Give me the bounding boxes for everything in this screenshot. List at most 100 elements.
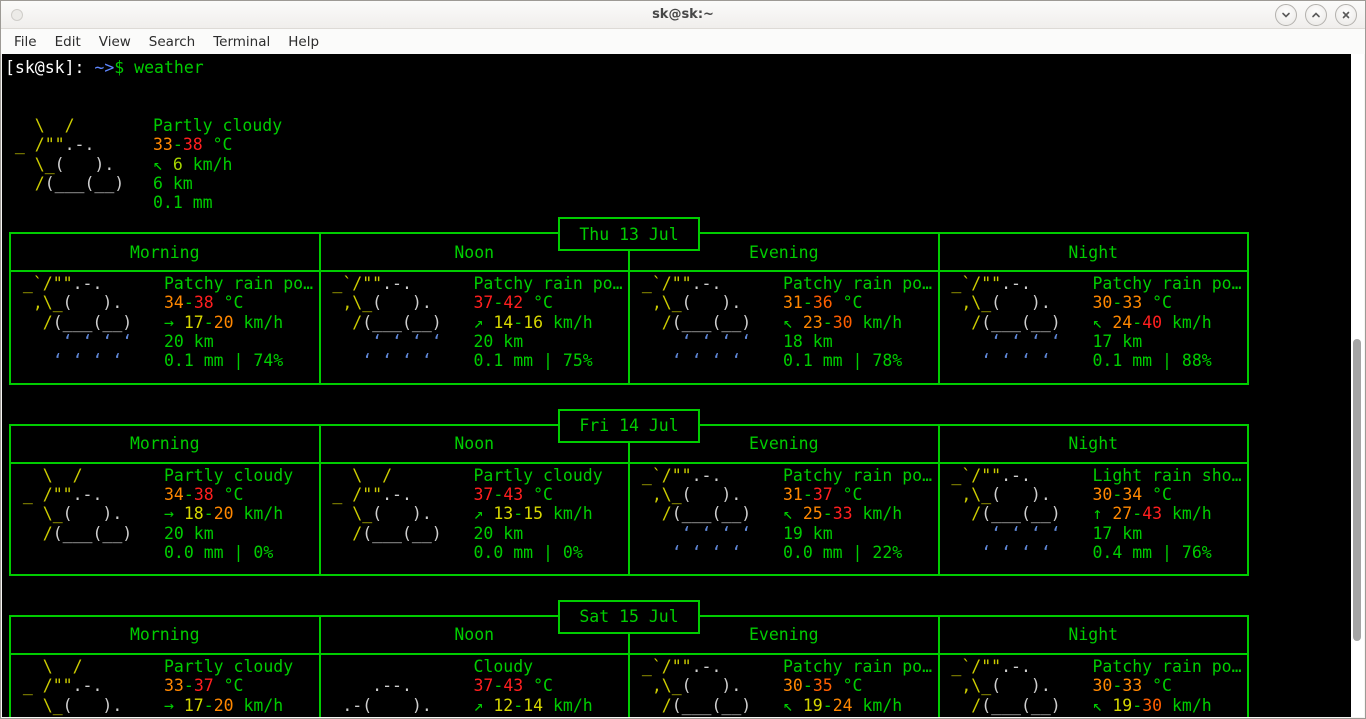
weather-details: Light rain sho…30-34 °C↑ 27-43 km/h17 km… bbox=[1093, 466, 1248, 563]
weather-art-cloudy: .--. .-( ). (___.__)__) bbox=[323, 657, 474, 717]
art-line: /(___(__) bbox=[13, 715, 164, 717]
column-header-night: Night bbox=[940, 426, 1248, 462]
text-segment: 14 bbox=[523, 696, 543, 715]
detail-line: 0.1 mm | 78% bbox=[783, 351, 938, 370]
detail-line: Patchy rain po… bbox=[1093, 657, 1248, 676]
minimize-button[interactable] bbox=[1275, 4, 1297, 26]
text-segment: 19 km bbox=[783, 524, 833, 543]
text-segment: / bbox=[942, 313, 982, 332]
detail-line: 17 km bbox=[1093, 524, 1248, 543]
text-segment: °C bbox=[214, 293, 244, 312]
menu-terminal[interactable]: Terminal bbox=[204, 31, 279, 53]
weather-details: Patchy rain po…37-42 °C↗ 14-16 km/h20 km… bbox=[474, 274, 629, 371]
text-segment: \_ bbox=[13, 504, 63, 523]
forecast-cell-morning: _`/"".-. ,\_( ). /(___(__) ‘ ‘ ‘ ‘ ‘ ‘ ‘… bbox=[11, 272, 321, 383]
art-line: /(___(__) bbox=[632, 313, 783, 332]
art-line: ,\_( ). bbox=[13, 293, 164, 312]
text-segment: - bbox=[173, 135, 183, 154]
detail-line: 18 km bbox=[783, 332, 938, 351]
text-segment: 20 km bbox=[474, 332, 524, 351]
detail-line: Partly cloudy bbox=[153, 116, 1351, 135]
titlebar[interactable]: sk@sk:~ bbox=[1, 1, 1365, 29]
text-segment: 34 bbox=[164, 485, 184, 504]
art-line: /(___(__) bbox=[323, 524, 474, 543]
menu-file[interactable]: File bbox=[5, 31, 46, 53]
detail-line: 31-36 °C bbox=[783, 293, 938, 312]
forecast-cell-noon: \ / _ /"".-. \_( ). /(___(__)Partly clou… bbox=[321, 464, 631, 575]
text-segment: °C bbox=[1142, 485, 1172, 504]
text-segment: 19 bbox=[803, 696, 823, 715]
text-segment: 18 bbox=[184, 504, 204, 523]
text-segment: °C bbox=[1142, 293, 1172, 312]
text-segment: 30 bbox=[1093, 676, 1113, 695]
text-segment: 30 bbox=[1093, 485, 1113, 504]
text-segment: (___(__) bbox=[981, 504, 1060, 523]
menu-search[interactable]: Search bbox=[140, 31, 204, 53]
art-line bbox=[5, 193, 153, 212]
detail-line: ↖ 19-30 km/h bbox=[1093, 696, 1248, 715]
weather-details: Patchy rain po…30-33 °C↖ 19-30 km/h bbox=[1093, 657, 1248, 717]
text-segment: ↖ bbox=[1093, 313, 1113, 332]
text-segment: \_ bbox=[323, 504, 373, 523]
scrollbar-thumb[interactable] bbox=[1353, 339, 1361, 641]
text-segment: 20 bbox=[214, 504, 234, 523]
menu-help[interactable]: Help bbox=[279, 31, 328, 53]
detail-line: 30-33 °C bbox=[1093, 293, 1248, 312]
art-line: \ / bbox=[323, 466, 474, 485]
detail-line: 31-37 °C bbox=[783, 485, 938, 504]
art-line: ,\_( ). bbox=[942, 676, 1093, 695]
weather-art-partly_cloudy: \ / _ /"".-. \_( ). /(___(__) bbox=[13, 466, 164, 563]
art-line: _`/"".-. bbox=[632, 466, 783, 485]
text-segment: .-( ). bbox=[323, 696, 432, 715]
close-button[interactable] bbox=[1335, 4, 1357, 26]
art-line: (___.__)__) bbox=[323, 715, 474, 717]
weather-art-patchy_rain: _`/"".-. ,\_( ). /(___(__) ‘ ‘ ‘ ‘ ‘ ‘ ‘… bbox=[942, 466, 1093, 563]
forecast-date-box: Thu 13 Jul bbox=[558, 217, 700, 251]
text-segment: .-. bbox=[1001, 657, 1031, 676]
chevron-up-icon bbox=[1311, 10, 1321, 20]
text-segment: - bbox=[803, 676, 813, 695]
text-segment: - bbox=[204, 313, 214, 332]
text-segment: km/h bbox=[234, 504, 284, 523]
forecast-table: MorningNoonEveningNight _`/"".-. ,\_( ).… bbox=[9, 232, 1249, 385]
text-segment: - bbox=[1132, 313, 1142, 332]
detail-line: 0.1 mm | 75% bbox=[474, 351, 629, 370]
text-segment: (___(__) bbox=[362, 524, 441, 543]
detail-line: ↑ 27-43 km/h bbox=[1093, 504, 1248, 523]
text-segment: .--. bbox=[323, 676, 412, 695]
scrollbar[interactable] bbox=[1351, 54, 1364, 717]
detail-line: Partly cloudy bbox=[474, 466, 629, 485]
art-line: \ / bbox=[13, 657, 164, 676]
menu-view[interactable]: View bbox=[90, 31, 140, 53]
text-segment: - bbox=[513, 313, 523, 332]
text-segment: ( ). bbox=[682, 485, 742, 504]
art-line: ‘ ‘ ‘ ‘ bbox=[632, 543, 783, 562]
text-segment: ( ). bbox=[682, 676, 742, 695]
text-segment: 31 bbox=[783, 293, 803, 312]
text-segment: ↖ bbox=[783, 313, 803, 332]
text-segment: → bbox=[164, 504, 184, 523]
text-segment: °C bbox=[523, 293, 553, 312]
art-line: /(___(__) bbox=[632, 504, 783, 523]
menu-edit[interactable]: Edit bbox=[46, 31, 90, 53]
text-segment: ‘ ‘ ‘ ‘ bbox=[13, 332, 132, 351]
text-segment: - bbox=[1132, 504, 1142, 523]
text-segment: 33 bbox=[1122, 676, 1142, 695]
text-segment: (___(__) bbox=[672, 313, 751, 332]
text-segment: 18 km bbox=[783, 332, 833, 351]
detail-line: 33-37 °C bbox=[164, 676, 319, 695]
text-segment: 42 bbox=[503, 293, 523, 312]
text-segment: 31 bbox=[783, 485, 803, 504]
column-header-morning: Morning bbox=[11, 617, 321, 653]
art-line: _ /"".-. bbox=[13, 485, 164, 504]
terminal[interactable]: [sk@sk]: ~>$ weather Weather report: Lat… bbox=[2, 54, 1351, 717]
text-segment: 20 km bbox=[164, 524, 214, 543]
text-segment: - bbox=[823, 696, 833, 715]
art-line: ‘ ‘ ‘ ‘ bbox=[632, 524, 783, 543]
art-line: ‘ ‘ ‘ ‘ bbox=[13, 351, 164, 370]
maximize-button[interactable] bbox=[1305, 4, 1327, 26]
art-line: _`/"".-. bbox=[323, 274, 474, 293]
detail-line: 6 km bbox=[153, 174, 1351, 193]
text-segment: - bbox=[513, 504, 523, 523]
text-segment: / bbox=[5, 174, 45, 193]
